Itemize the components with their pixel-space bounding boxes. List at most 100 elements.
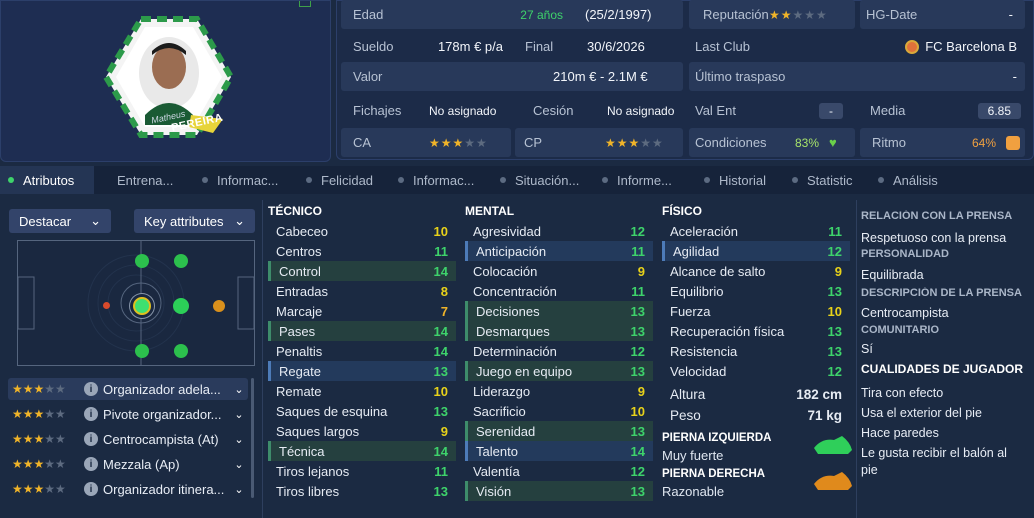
attr-value: 14 — [630, 443, 645, 459]
attr-row[interactable]: Sacrificio 10 — [465, 401, 653, 421]
tab-informacion-2[interactable]: Informac... — [390, 166, 492, 194]
value-cell: Valor 210m € - 2.1M € — [341, 62, 683, 91]
attr-row[interactable]: Concentración 11 — [465, 281, 653, 301]
chevron-down-icon: ⌄ — [90, 213, 101, 228]
attr-row[interactable]: Serenidad 13 — [465, 421, 653, 441]
tab-informacion-1[interactable]: Informac... — [194, 166, 298, 194]
attr-row[interactable]: Regate 13 — [268, 361, 456, 381]
role-stars: ★★★★★ — [12, 482, 66, 496]
attr-row[interactable]: Marcaje 7 — [268, 301, 456, 321]
column-divider — [262, 200, 263, 518]
attr-row[interactable]: Recuperación física 13 — [662, 321, 850, 341]
roles-scrollbar[interactable] — [251, 378, 254, 498]
last-transfer-value: - — [1012, 69, 1017, 84]
attr-row[interactable]: Equilibrio 13 — [662, 281, 850, 301]
press-description-header: DESCRIPCIÓN DE LA PRENSA — [861, 287, 1022, 299]
role-row[interactable]: ★★★★★ i Pivote organizador... ⌄ — [8, 403, 248, 425]
salary-cell: Sueldo 178m € p/a Final 30/6/2026 — [341, 32, 683, 61]
attr-value: 13 — [827, 323, 842, 339]
tab-status-dot — [8, 177, 14, 183]
press-relation-value: Respetuoso con la prensa — [861, 231, 1007, 245]
attr-row[interactable]: Decisiones 13 — [465, 301, 653, 321]
chevron-down-icon[interactable]: ⌄ — [230, 433, 248, 446]
chevron-down-icon[interactable]: ⌄ — [230, 383, 248, 396]
tab-analisis[interactable]: Análisis — [870, 166, 960, 194]
role-row[interactable]: ★★★★★ i Centrocampista (At) ⌄ — [8, 428, 248, 450]
attr-row[interactable]: Aceleración 11 — [662, 221, 850, 241]
role-row[interactable]: ★★★★★ i Mezzala (Ap) ⌄ — [8, 453, 248, 475]
attr-name: Centros — [276, 243, 322, 259]
info-icon[interactable]: i — [84, 407, 98, 421]
attr-row[interactable]: Juego en equipo 13 — [465, 361, 653, 381]
condition-cell: Condiciones 83% ♥ — [689, 128, 855, 157]
chevron-down-icon[interactable]: ⌄ — [230, 408, 248, 421]
tab-situacion[interactable]: Situación... — [492, 166, 594, 194]
attr-value: 10 — [630, 403, 645, 419]
chevron-down-icon[interactable]: ⌄ — [230, 458, 248, 471]
tab-status-dot — [202, 177, 208, 183]
tab-atributos[interactable]: Atributos — [0, 166, 94, 194]
tab-label: Situación... — [515, 172, 580, 188]
attr-row[interactable]: Saques de esquina 13 — [268, 401, 456, 421]
position-dot — [174, 254, 188, 268]
attr-name: Decisiones — [476, 303, 540, 319]
attr-row[interactable]: Alcance de salto 9 — [662, 261, 850, 281]
attr-value: 11 — [631, 283, 645, 299]
attr-name: Serenidad — [476, 423, 536, 439]
tab-status-dot — [602, 177, 608, 183]
key-attributes-dropdown[interactable]: Key attributes ⌄ — [134, 209, 255, 233]
left-boot-icon — [814, 436, 852, 454]
attr-row[interactable]: Liderazgo 9 — [465, 381, 653, 401]
attr-value: 14 — [433, 263, 448, 279]
role-row[interactable]: ★★★★★ i Organizador adela... ⌄ — [8, 378, 248, 400]
tab-entrenamiento[interactable]: Entrena... — [94, 166, 194, 194]
attr-row[interactable]: Fuerza 10 — [662, 301, 850, 321]
attr-row[interactable]: Visión 13 — [465, 481, 653, 501]
attr-row[interactable]: Desmarques 13 — [465, 321, 653, 341]
attr-row[interactable]: Penaltis 14 — [268, 341, 456, 361]
attr-row[interactable]: Agilidad 12 — [662, 241, 850, 261]
position-dot — [213, 300, 225, 312]
right-foot-label: PIERNA DERECHA — [662, 468, 766, 480]
destacar-dropdown[interactable]: Destacar ⌄ — [9, 209, 111, 233]
tab-label: Felicidad — [321, 172, 374, 188]
role-row[interactable]: ★★★★★ i Organizador itinera... ⌄ — [8, 478, 248, 500]
attr-row[interactable]: Anticipación 11 — [465, 241, 653, 261]
info-icon[interactable]: i — [84, 482, 98, 496]
attr-row[interactable]: Técnica 14 — [268, 441, 456, 461]
expand-icon[interactable] — [299, 1, 311, 7]
attr-row[interactable]: Velocidad 12 — [662, 361, 850, 381]
attr-row[interactable]: Resistencia 13 — [662, 341, 850, 361]
info-icon[interactable]: i — [84, 382, 98, 396]
tab-informe[interactable]: Informe... — [594, 166, 696, 194]
attr-row[interactable]: Remate 10 — [268, 381, 456, 401]
attr-row[interactable]: Colocación 9 — [465, 261, 653, 281]
info-icon[interactable]: i — [84, 457, 98, 471]
attr-value: 9 — [637, 263, 645, 279]
last-club-link[interactable]: FC Barcelona B — [905, 39, 1017, 54]
attr-value: 10 — [433, 383, 448, 399]
attr-row[interactable]: Cabeceo 10 — [268, 221, 456, 241]
ca-cell: CA ★★★★★ — [341, 128, 511, 157]
attr-row[interactable]: Control 14 — [268, 261, 456, 281]
info-icon[interactable]: i — [84, 432, 98, 446]
attr-row[interactable]: Pases 14 — [268, 321, 456, 341]
attr-row[interactable]: Talento 14 — [465, 441, 653, 461]
attr-row[interactable]: Tiros lejanos 11 — [268, 461, 456, 481]
attr-row[interactable]: Centros 11 — [268, 241, 456, 261]
attr-row[interactable]: Agresividad 12 — [465, 221, 653, 241]
chevron-down-icon[interactable]: ⌄ — [230, 483, 248, 496]
tab-statistic[interactable]: Statistic — [784, 166, 870, 194]
attr-row[interactable]: Saques largos 9 — [268, 421, 456, 441]
tab-status-dot — [102, 177, 108, 183]
attr-row[interactable]: Valentía 12 — [465, 461, 653, 481]
attr-row[interactable]: Entradas 8 — [268, 281, 456, 301]
transfers-label: Fichajes — [353, 103, 402, 118]
attr-value: 9 — [440, 423, 448, 439]
attr-row[interactable]: Tiros libres 13 — [268, 481, 456, 501]
attr-row[interactable]: Determinación 12 — [465, 341, 653, 361]
last-transfer-label: Último traspaso — [695, 69, 786, 84]
value-label: Valor — [353, 69, 383, 84]
tab-felicidad[interactable]: Felicidad — [298, 166, 390, 194]
tab-historial[interactable]: Historial — [696, 166, 784, 194]
